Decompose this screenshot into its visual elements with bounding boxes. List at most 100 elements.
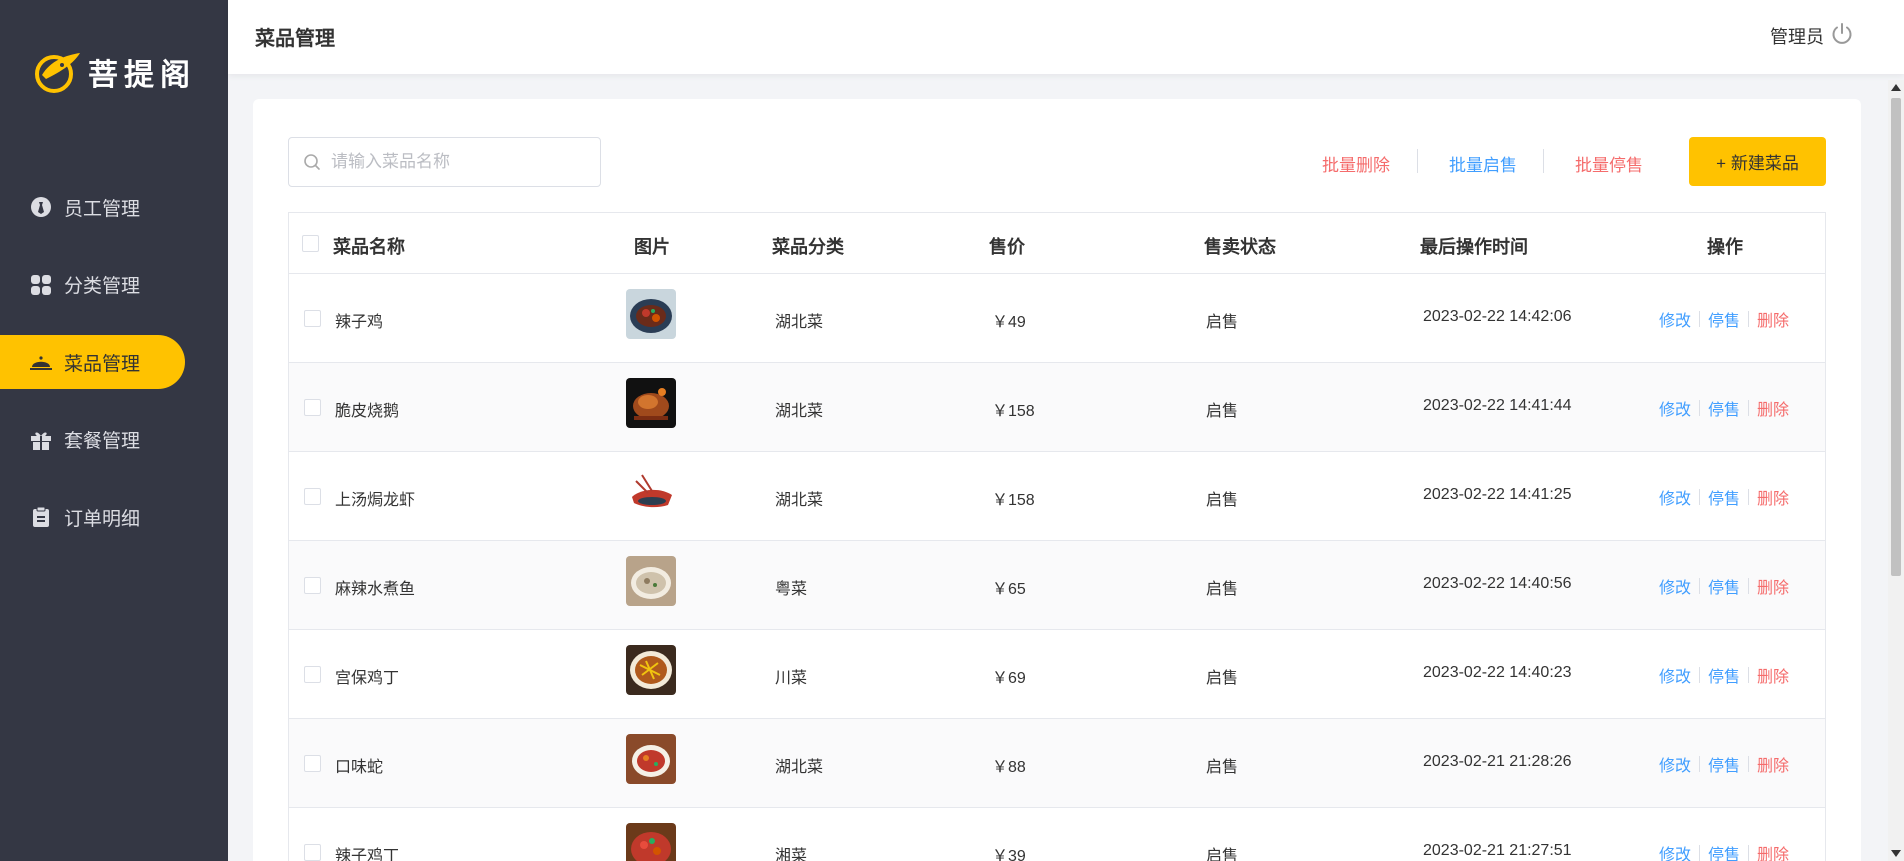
toggle-sale-link[interactable]: 停售 (1708, 396, 1740, 420)
edit-link[interactable]: 修改 (1659, 574, 1691, 598)
dish-status: 启售 (1206, 581, 1239, 598)
sidebar-item-dish[interactable]: 菜品管理 (0, 335, 185, 389)
dish-category: 湖北菜 (775, 492, 824, 509)
toggle-sale-link[interactable]: 停售 (1708, 307, 1740, 331)
column-header: 菜品名称 (333, 237, 405, 257)
edit-link[interactable]: 修改 (1659, 485, 1691, 509)
divider (1748, 489, 1750, 505)
last-modified-time: 2023-02-22 14:41:25 (1423, 486, 1572, 503)
edit-link[interactable]: 修改 (1659, 841, 1691, 861)
sidebar-item-employee[interactable]: 员工管理 (0, 180, 228, 234)
row-checkbox[interactable] (304, 666, 321, 683)
edit-link[interactable]: 修改 (1659, 307, 1691, 331)
divider (1699, 400, 1701, 416)
divider (1543, 149, 1544, 173)
dish-category: 湖北菜 (775, 403, 824, 420)
sidebar-nav: 员工管理 分类管理 菜品管理 套餐管理 订单明细 (0, 180, 228, 568)
dish-category: 川菜 (775, 670, 808, 687)
batch-disable-button[interactable]: 批量停售 (1575, 151, 1643, 176)
divider (1417, 149, 1418, 173)
row-actions: 修改 停售 删除 (1659, 485, 1789, 509)
dish-image (626, 645, 676, 695)
sidebar-item-setmeal[interactable]: 套餐管理 (0, 413, 228, 467)
delete-link[interactable]: 删除 (1757, 485, 1789, 509)
dish-status: 启售 (1206, 492, 1239, 509)
dish-category: 湖北菜 (775, 314, 824, 331)
table-row: 宫保鸡丁 川菜 ￥69 启售 2023-02-22 14:40:23 修改 停售… (289, 630, 1825, 719)
row-checkbox[interactable] (304, 844, 321, 861)
page-title: 菜品管理 (255, 28, 335, 50)
search-input[interactable] (331, 152, 591, 172)
divider (1699, 756, 1701, 772)
table-row: 辣子鸡 湖北菜 ￥49 启售 2023-02-22 14:42:06 修改 停售… (289, 274, 1825, 363)
row-checkbox[interactable] (304, 399, 321, 416)
row-checkbox[interactable] (304, 755, 321, 772)
column-header: 售价 (989, 237, 1025, 257)
batch-delete-button[interactable]: 批量删除 (1322, 151, 1390, 176)
divider (1699, 667, 1701, 683)
dish-image (626, 467, 676, 517)
delete-link[interactable]: 删除 (1757, 841, 1789, 861)
row-actions: 修改 停售 删除 (1659, 574, 1789, 598)
gift-icon (30, 429, 52, 451)
last-modified-time: 2023-02-22 14:41:44 (1423, 397, 1572, 414)
scroll-up-arrow-icon[interactable] (1891, 84, 1901, 91)
column-header: 菜品分类 (772, 237, 844, 257)
row-actions: 修改 停售 删除 (1659, 841, 1789, 861)
toggle-sale-link[interactable]: 停售 (1708, 663, 1740, 687)
batch-enable-button[interactable]: 批量启售 (1449, 151, 1517, 176)
page-scrollbar[interactable] (1888, 80, 1904, 861)
dish-price: ￥69 (992, 670, 1026, 687)
row-actions: 修改 停售 删除 (1659, 396, 1789, 420)
divider (1699, 489, 1701, 505)
row-actions: 修改 停售 删除 (1659, 752, 1789, 776)
power-icon[interactable] (1830, 22, 1854, 46)
delete-link[interactable]: 删除 (1757, 752, 1789, 776)
category-icon (30, 274, 52, 296)
delete-link[interactable]: 删除 (1757, 396, 1789, 420)
scroll-down-arrow-icon[interactable] (1891, 850, 1901, 857)
edit-link[interactable]: 修改 (1659, 752, 1691, 776)
scrollbar-thumb[interactable] (1891, 98, 1901, 576)
table-row: 辣子鸡丁 湘菜 ￥39 启售 2023-02-21 21:27:51 修改 停售… (289, 808, 1825, 861)
sidebar-item-label: 员工管理 (64, 198, 141, 220)
edit-link[interactable]: 修改 (1659, 396, 1691, 420)
search-box (288, 137, 601, 187)
edit-link[interactable]: 修改 (1659, 663, 1691, 687)
last-modified-time: 2023-02-22 14:40:23 (1423, 664, 1572, 681)
row-checkbox[interactable] (304, 577, 321, 594)
toggle-sale-link[interactable]: 停售 (1708, 485, 1740, 509)
logo: 菩提阁 (32, 48, 196, 96)
row-checkbox[interactable] (304, 310, 321, 327)
dish-table: 菜品名称 图片 菜品分类 售价 售卖状态 最后操作时间 操作 辣子鸡 湖北菜 ￥… (288, 212, 1826, 861)
delete-link[interactable]: 删除 (1757, 574, 1789, 598)
row-checkbox[interactable] (304, 488, 321, 505)
toggle-sale-link[interactable]: 停售 (1708, 841, 1740, 861)
divider (1699, 845, 1701, 861)
select-all-checkbox[interactable] (302, 235, 319, 252)
table-row: 口味蛇 湖北菜 ￥88 启售 2023-02-21 21:28:26 修改 停售… (289, 719, 1825, 808)
delete-link[interactable]: 删除 (1757, 307, 1789, 331)
sidebar-item-orders[interactable]: 订单明细 (0, 490, 228, 544)
dish-price: ￥39 (992, 848, 1026, 861)
divider (1748, 400, 1750, 416)
sidebar: 菩提阁 员工管理 分类管理 菜品管理 套餐管理 订单明细 (0, 0, 228, 861)
user-name[interactable]: 管理员 (1770, 23, 1824, 49)
divider (1748, 756, 1750, 772)
toggle-sale-link[interactable]: 停售 (1708, 752, 1740, 776)
dish-image (626, 823, 676, 861)
sidebar-item-label: 订单明细 (64, 508, 141, 530)
dish-status: 启售 (1206, 403, 1239, 420)
clipboard-icon (30, 506, 52, 528)
new-dish-button[interactable]: + 新建菜品 (1689, 137, 1826, 186)
sidebar-item-label: 菜品管理 (64, 353, 141, 375)
dish-status: 启售 (1206, 848, 1239, 861)
column-header: 最后操作时间 (1420, 237, 1528, 257)
toggle-sale-link[interactable]: 停售 (1708, 574, 1740, 598)
dish-image (626, 378, 676, 428)
logo-mark-icon (35, 53, 80, 93)
delete-link[interactable]: 删除 (1757, 663, 1789, 687)
dish-category: 粤菜 (775, 581, 808, 598)
sidebar-item-category[interactable]: 分类管理 (0, 258, 228, 312)
dish-name: 上汤焗龙虾 (335, 492, 416, 509)
